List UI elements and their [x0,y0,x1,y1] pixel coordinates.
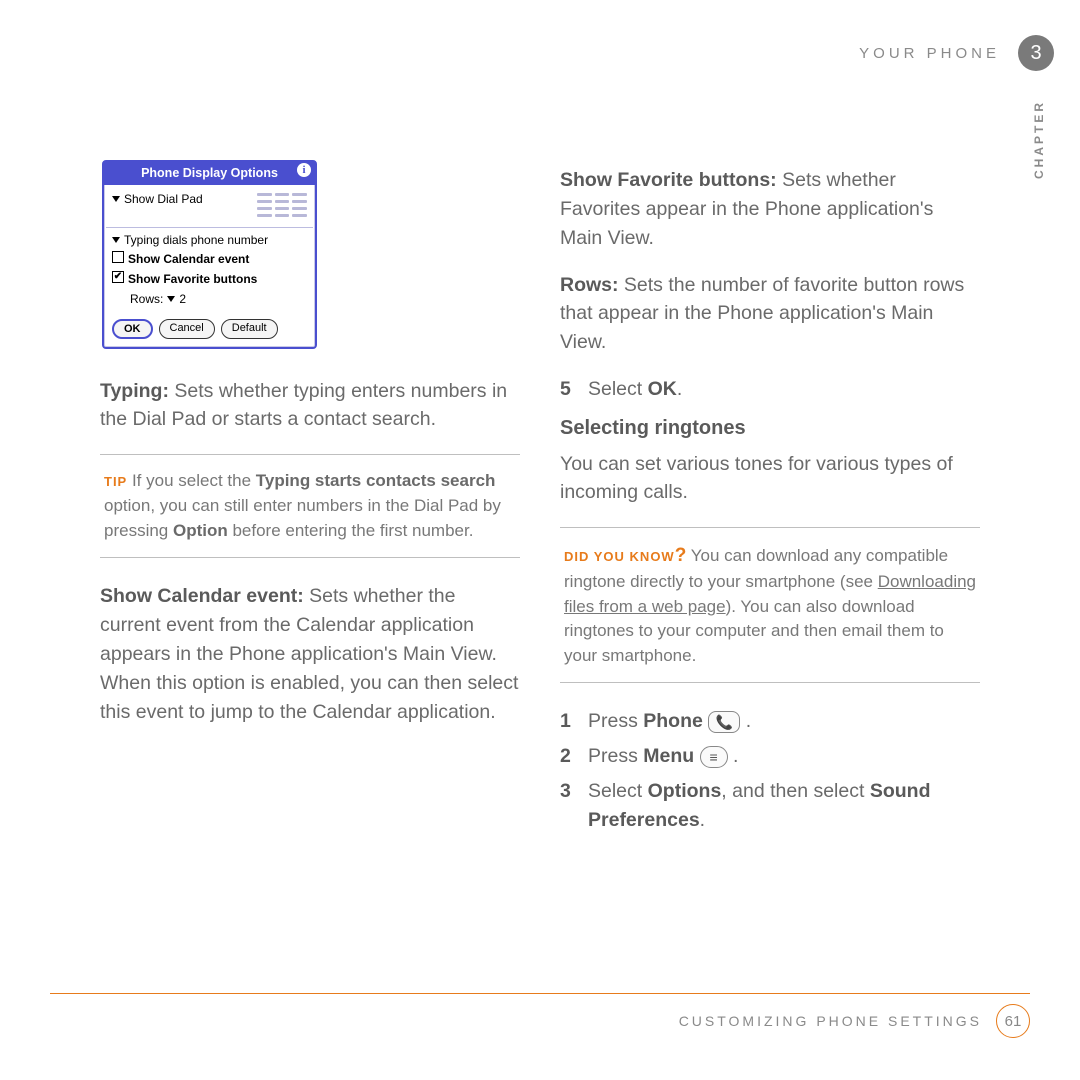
dialog-divider [106,227,313,228]
s3-c: , and then select [721,780,870,802]
s2-c: . [728,745,739,767]
checkbox-unchecked-icon [112,251,124,263]
step-1: 1 Press Phone 📞 . [560,707,980,736]
show-favorite-label: Show Favorite buttons [128,271,257,289]
rows-heading: Rows: [560,274,619,296]
rows-dropdown-row[interactable]: Rows: 2 [112,291,307,309]
dyk-label: DID YOU KNOW [564,549,675,564]
show-dial-pad-label: Show Dial Pad [124,191,203,209]
dropdown-icon [112,196,120,202]
step5-ok: OK [648,378,677,400]
menu-glyph: ≡ [710,747,718,768]
phone-display-options-dialog: Phone Display Options i Show Dial Pad [102,160,317,349]
rows-body: Sets the number of favorite button rows … [560,274,964,354]
dropdown-icon [112,237,120,243]
step-number: 2 [560,742,574,771]
page-number-badge: 61 [996,1004,1030,1038]
step-text: Press Phone 📞 . [588,707,980,736]
calendar-paragraph: Show Calendar event: Sets whether the cu… [100,582,520,726]
show-calendar-label: Show Calendar event [128,251,249,269]
step-3: 3 Select Options, and then select Sound … [560,777,980,835]
typing-label: Typing dials phone number [124,232,268,250]
phone-key-icon: 📞 [708,711,740,733]
show-favorite-checkbox-row[interactable]: ✔ Show Favorite buttons [112,271,307,289]
step-5: 5 Select OK. [560,375,980,404]
menu-key-icon: ≡ [700,746,728,768]
section-body: You can set various tones for various ty… [560,450,980,508]
running-header: YOUR PHONE [859,45,1000,62]
show-dial-pad-dropdown[interactable]: Show Dial Pad [112,191,253,209]
tip-bold-1: Typing starts contacts search [256,471,496,490]
footer-text: CUSTOMIZING PHONE SETTINGS [679,1013,982,1029]
rows-paragraph: Rows: Sets the number of favorite button… [560,271,980,358]
page-footer: CUSTOMIZING PHONE SETTINGS 61 [50,993,1030,1038]
favorite-heading: Show Favorite buttons: [560,169,777,191]
s1-phone: Phone [643,710,703,732]
tip-callout: TIP If you select the Typing starts cont… [100,454,520,558]
page: YOUR PHONE 3 CHAPTER Phone Display Optio… [0,0,1080,1080]
dialog-title: Phone Display Options [141,166,278,180]
dropdown-icon [167,296,175,302]
calendar-heading: Show Calendar event: [100,585,304,607]
typing-dropdown[interactable]: Typing dials phone number [112,232,307,250]
checkbox-checked-icon: ✔ [112,271,124,283]
step-text: Select OK. [588,375,980,404]
did-you-know-callout: DID YOU KNOW? You can download any compa… [560,527,980,683]
dialog-title-bar: Phone Display Options i [104,162,315,185]
step-2: 2 Press Menu ≡ . [560,742,980,771]
right-column: Show Favorite buttons: Sets whether Favo… [560,160,980,841]
tip-text-e: before entering the first number. [228,521,474,540]
s2-a: Press [588,745,643,767]
step-text: Press Menu ≡ . [588,742,980,771]
content-columns: Phone Display Options i Show Dial Pad [50,160,1030,841]
s2-menu: Menu [643,745,694,767]
dialog-body: Show Dial Pad Typing dials phone number … [104,185,315,313]
chapter-label-vertical: CHAPTER [1032,100,1046,179]
s3-a: Select [588,780,648,802]
rows-value: 2 [179,291,186,309]
step-text: Select Options, and then select Sound Pr… [588,777,980,835]
dialog-buttons: OK Cancel Default [104,313,315,347]
typing-paragraph: Typing: Sets whether typing enters numbe… [100,377,520,435]
cancel-button[interactable]: Cancel [159,319,215,339]
step-number: 3 [560,777,574,806]
info-icon[interactable]: i [297,163,311,177]
tip-label: TIP [104,474,127,489]
step5-a: Select [588,378,648,400]
ok-button[interactable]: OK [112,319,153,339]
s1-a: Press [588,710,643,732]
show-calendar-checkbox-row[interactable]: Show Calendar event [112,251,307,269]
phone-glyph: 📞 [716,712,733,733]
tip-text-a: If you select the [127,471,256,490]
step-number: 1 [560,707,574,736]
tip-bold-2: Option [173,521,228,540]
step-number: 5 [560,375,574,404]
s3-e: . [700,809,705,831]
chapter-number-badge: 3 [1018,35,1054,71]
dialpad-preview [257,191,307,219]
s3-options: Options [648,780,722,802]
favorite-paragraph: Show Favorite buttons: Sets whether Favo… [560,166,980,253]
dyk-question-mark: ? [675,545,687,566]
step5-c: . [677,378,682,400]
s1-c: . [740,710,751,732]
left-column: Phone Display Options i Show Dial Pad [100,160,520,841]
rows-label: Rows: [130,291,163,309]
typing-heading: Typing: [100,380,169,402]
section-heading: Selecting ringtones [560,414,980,444]
default-button[interactable]: Default [221,319,278,339]
